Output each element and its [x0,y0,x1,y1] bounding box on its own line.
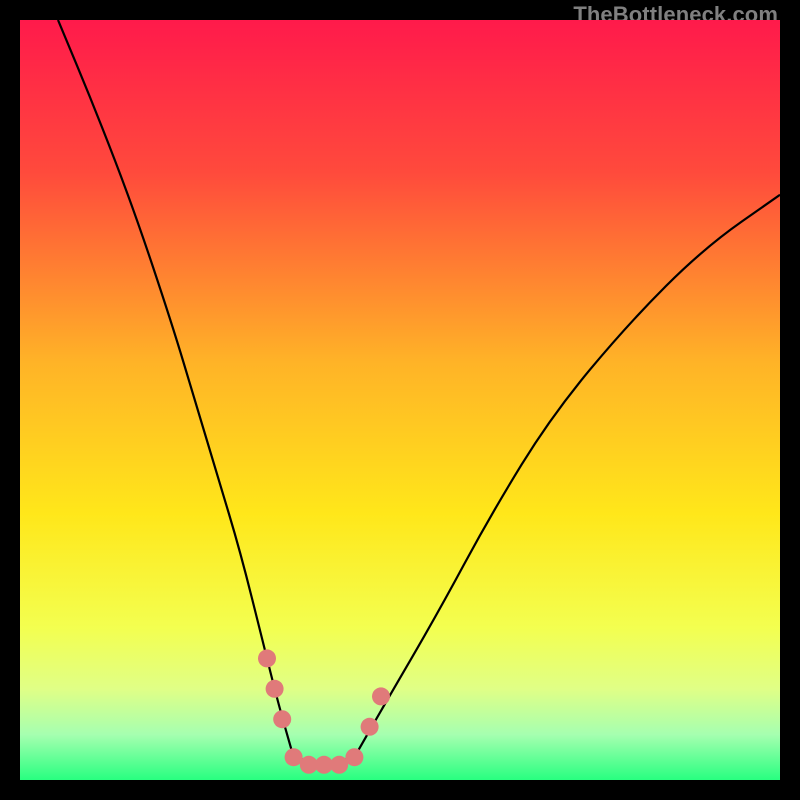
valley-marker [361,718,379,736]
valley-marker [266,680,284,698]
chart-background [20,20,780,780]
valley-marker [258,649,276,667]
valley-marker [273,710,291,728]
valley-marker [372,687,390,705]
valley-marker [345,748,363,766]
bottleneck-chart [20,20,780,780]
